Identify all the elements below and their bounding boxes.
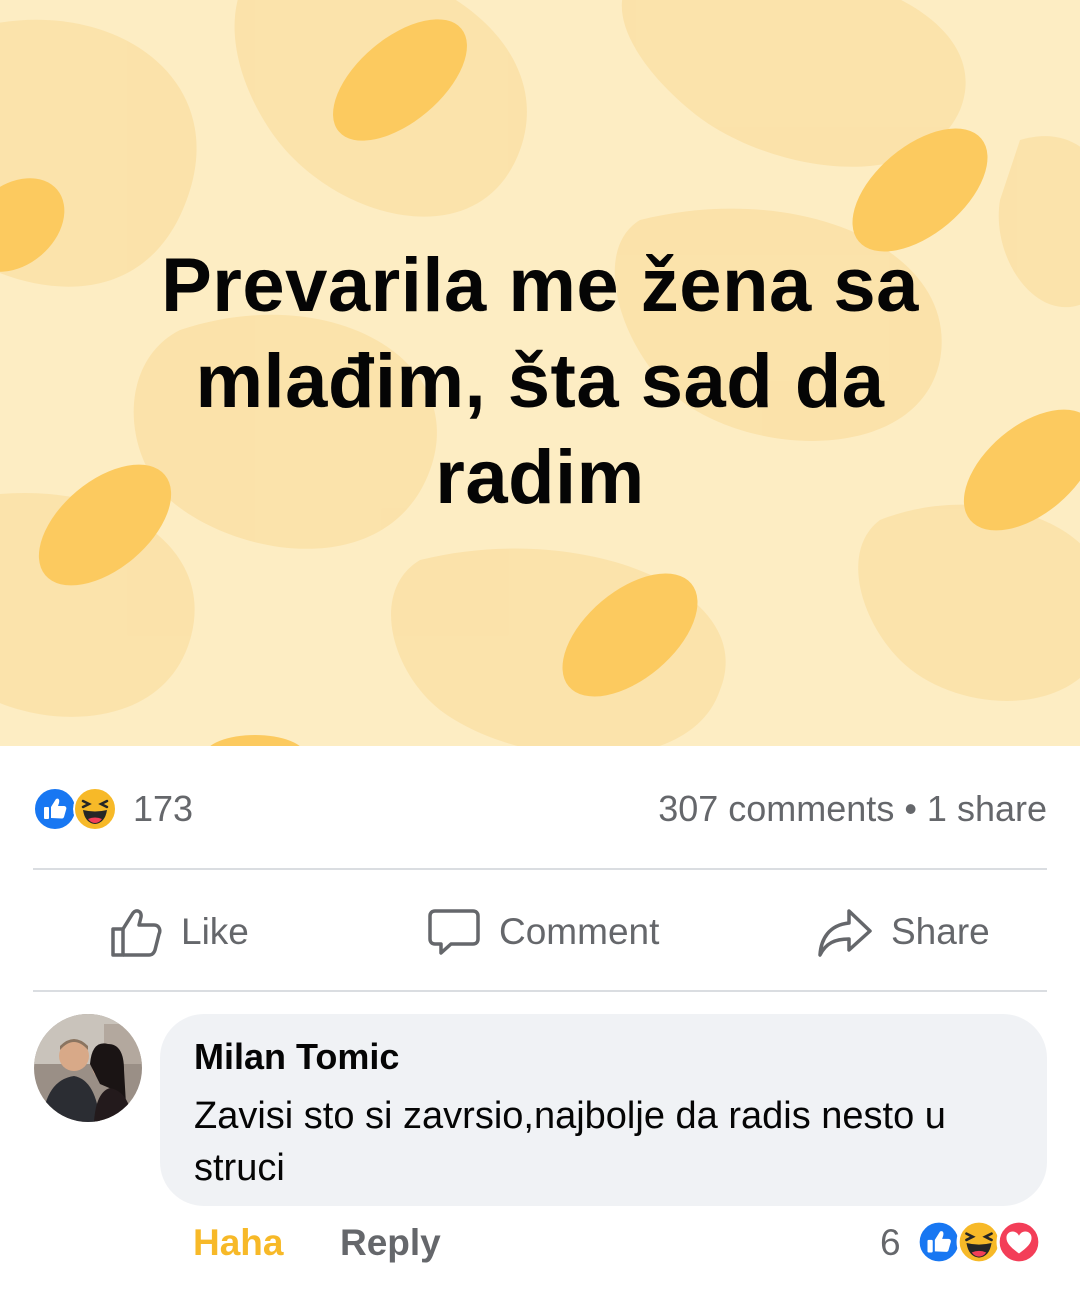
comment-reaction-icons <box>916 1219 1042 1265</box>
avatar-photo <box>34 1014 142 1122</box>
share-icon <box>818 909 872 957</box>
comment-text: Zavisi sto si zavrsio,najbolje da radis … <box>194 1095 946 1189</box>
love-icon <box>996 1219 1042 1265</box>
reaction-count[interactable]: 173 <box>133 788 193 830</box>
commenter-avatar[interactable] <box>34 1014 142 1122</box>
comment-reply-button[interactable]: Reply <box>340 1222 441 1264</box>
reaction-stats-row: 173 307 comments • 1 share <box>33 786 1047 832</box>
comment-haha-button[interactable]: Haha <box>193 1222 283 1264</box>
comment-label: Comment <box>499 911 660 952</box>
comments-shares-count[interactable]: 307 comments • 1 share <box>658 788 1047 830</box>
share-button[interactable]: Share <box>817 902 990 962</box>
like-icon <box>33 787 77 831</box>
divider-bottom <box>33 990 1047 992</box>
reaction-summary[interactable] <box>33 787 117 831</box>
post-action-bar: Like Comment Share <box>33 872 1047 990</box>
like-button[interactable]: Like <box>109 902 249 962</box>
post-background: Prevarila me žena sa mlađim, šta sad da … <box>0 0 1080 746</box>
thumbs-up-icon <box>111 909 162 957</box>
share-label: Share <box>891 911 990 952</box>
comment-bubble[interactable]: Milan Tomic Zavisi sto si zavrsio,najbol… <box>160 1014 1047 1206</box>
like-label: Like <box>181 911 249 952</box>
divider-top <box>33 868 1047 870</box>
commenter-name[interactable]: Milan Tomic <box>194 1036 399 1078</box>
comment-icon <box>428 909 480 955</box>
comment-reaction-count: 6 <box>880 1222 901 1263</box>
haha-icon <box>73 787 117 831</box>
comment-button[interactable]: Comment <box>427 902 659 962</box>
post-text: Prevarila me žena sa mlađim, šta sad da … <box>161 243 919 520</box>
